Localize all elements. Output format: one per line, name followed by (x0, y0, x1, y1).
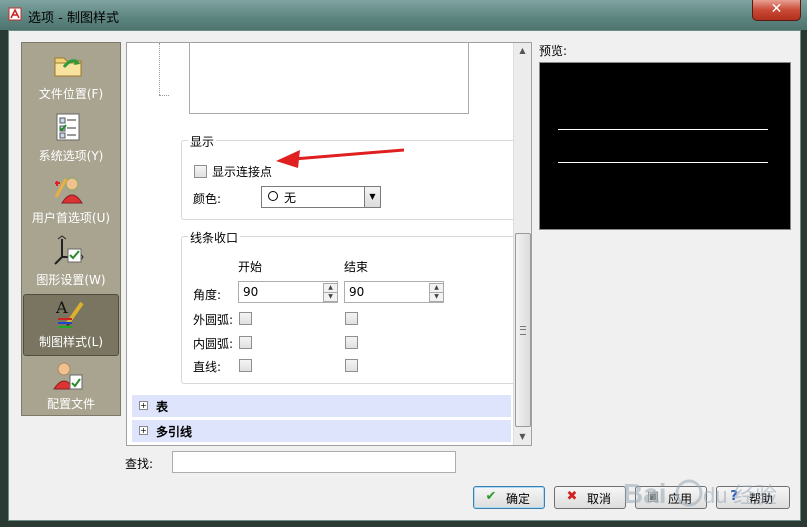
display-group-title: 显示 (188, 133, 217, 150)
ok-button-label: 确定 (506, 492, 531, 506)
spin-down-icon[interactable]: ▼ (429, 292, 444, 302)
options-nav: 文件位置(F) 系统选项(Y) 用户首选项(U) 图形设置(W) A 制图样式(… (21, 42, 121, 416)
section-table-label: 表 (156, 400, 169, 414)
color-select[interactable]: 无 ▼ (261, 186, 381, 208)
nav-item-user-preferences[interactable]: 用户首选项(U) (22, 171, 120, 231)
tree-line (159, 43, 161, 95)
vertical-scrollbar[interactable]: ▲ ▼ (513, 43, 531, 445)
nav-item-system-options[interactable]: 系统选项(Y) (22, 109, 120, 169)
start-column-header: 开始 (238, 260, 263, 274)
scroll-down-icon[interactable]: ▼ (514, 429, 531, 445)
line-cap-group: 线条收口 开始 结束 角度: 90 ▲ ▼ 90 ▲ ▼ 外圆弧: 内圆弧: 直线: (181, 229, 519, 384)
folder-icon (54, 57, 82, 77)
spin-down-icon[interactable]: ▼ (323, 292, 338, 302)
section-multileader[interactable]: + 多引线 (132, 420, 511, 442)
svg-text:经验: 经验 (733, 484, 777, 509)
line-cap-group-title: 线条收口 (188, 229, 241, 246)
preview-canvas (539, 62, 791, 230)
nav-item-profiles[interactable]: 配置文件 (22, 357, 120, 417)
color-swatch-icon (268, 191, 278, 201)
nav-label-profiles: 配置文件 (46, 397, 95, 411)
preview-line (558, 162, 768, 163)
svg-text:du: du (703, 483, 727, 508)
tree-line (159, 95, 169, 96)
angle-label: 角度: (193, 288, 222, 302)
close-button[interactable]: ✕ (752, 0, 801, 21)
nav-label-user-preferences: 用户首选项(U) (31, 211, 111, 225)
drafting-style-icon: A (55, 298, 84, 328)
inner-arc-end-checkbox[interactable] (345, 336, 358, 349)
preview-line (558, 129, 768, 130)
angle-end-value: 90 (349, 285, 365, 299)
settings-panel: 显示 显示连接点 颜色: 无 ▼ 线条收口 开始 结束 角度: 90 ▲ ▼ 9… (126, 42, 532, 446)
expand-icon[interactable]: + (139, 426, 148, 435)
cancel-button-label: 取消 (587, 492, 612, 506)
options-dialog: 选项 - 制图样式 ✕ 文件位置(F) 系统选项(Y) 用户首选项(U) 图形设… (0, 0, 807, 527)
angle-end-spinner[interactable]: 90 ▲ ▼ (344, 281, 444, 303)
app-icon (8, 7, 22, 21)
inner-arc-start-checkbox[interactable] (239, 336, 252, 349)
preview-label: 预览: (539, 44, 568, 58)
checklist-icon (56, 113, 80, 141)
chevron-down-icon[interactable]: ▼ (364, 187, 380, 207)
show-connection-points-checkbox[interactable] (194, 165, 207, 178)
nav-label-graphics-settings: 图形设置(W) (36, 273, 106, 287)
nav-item-drafting-style[interactable]: A 制图样式(L) (23, 294, 119, 356)
graphics-icon (54, 235, 84, 265)
grip-icon (520, 326, 526, 335)
user-prefs-icon (54, 177, 83, 204)
expand-icon[interactable]: + (139, 401, 148, 410)
nav-item-file-locations[interactable]: 文件位置(F) (22, 47, 120, 107)
watermark-logo: Bai du 经验 (623, 478, 777, 509)
ok-button[interactable]: ✔ 确定 (473, 486, 545, 509)
outer-arc-label: 外圆弧: (193, 313, 234, 327)
straight-start-checkbox[interactable] (239, 359, 252, 372)
color-select-value: 无 (284, 191, 297, 205)
section-multileader-label: 多引线 (156, 425, 193, 439)
cancel-button[interactable]: ✖ 取消 (554, 486, 626, 509)
nav-item-graphics-settings[interactable]: 图形设置(W) (22, 233, 120, 293)
style-listbox[interactable] (189, 43, 469, 114)
angle-start-spinner[interactable]: 90 ▲ ▼ (238, 281, 338, 303)
nav-label-file-locations: 文件位置(F) (38, 87, 104, 101)
close-icon: ✖ (566, 489, 578, 504)
color-label: 颜色: (193, 192, 222, 206)
straight-label: 直线: (193, 360, 222, 374)
outer-arc-start-checkbox[interactable] (239, 312, 252, 325)
show-connection-points-label[interactable]: 显示连接点 (212, 163, 272, 180)
scroll-up-icon[interactable]: ▲ (514, 43, 531, 59)
title-bar[interactable]: 选项 - 制图样式 ✕ (0, 0, 807, 30)
inner-arc-label: 内圆弧: (193, 337, 234, 351)
svg-text:A: A (55, 298, 68, 317)
window-title: 选项 - 制图样式 (28, 11, 119, 26)
nav-label-drafting-style: 制图样式(L) (38, 335, 104, 349)
scroll-thumb[interactable] (515, 233, 531, 427)
section-table[interactable]: + 表 (132, 395, 511, 417)
straight-end-checkbox[interactable] (345, 359, 358, 372)
annotation-arrow-icon (276, 148, 404, 168)
svg-text:Bai: Bai (623, 478, 667, 509)
dialog-body: 文件位置(F) 系统选项(Y) 用户首选项(U) 图形设置(W) A 制图样式(… (8, 30, 801, 521)
profile-icon (53, 362, 83, 390)
angle-start-value: 90 (243, 285, 259, 299)
check-icon: ✔ (485, 489, 497, 504)
outer-arc-end-checkbox[interactable] (345, 312, 358, 325)
search-input[interactable] (172, 451, 456, 473)
end-column-header: 结束 (344, 260, 369, 274)
search-label: 查找: (125, 457, 154, 471)
nav-label-system-options: 系统选项(Y) (38, 149, 104, 163)
